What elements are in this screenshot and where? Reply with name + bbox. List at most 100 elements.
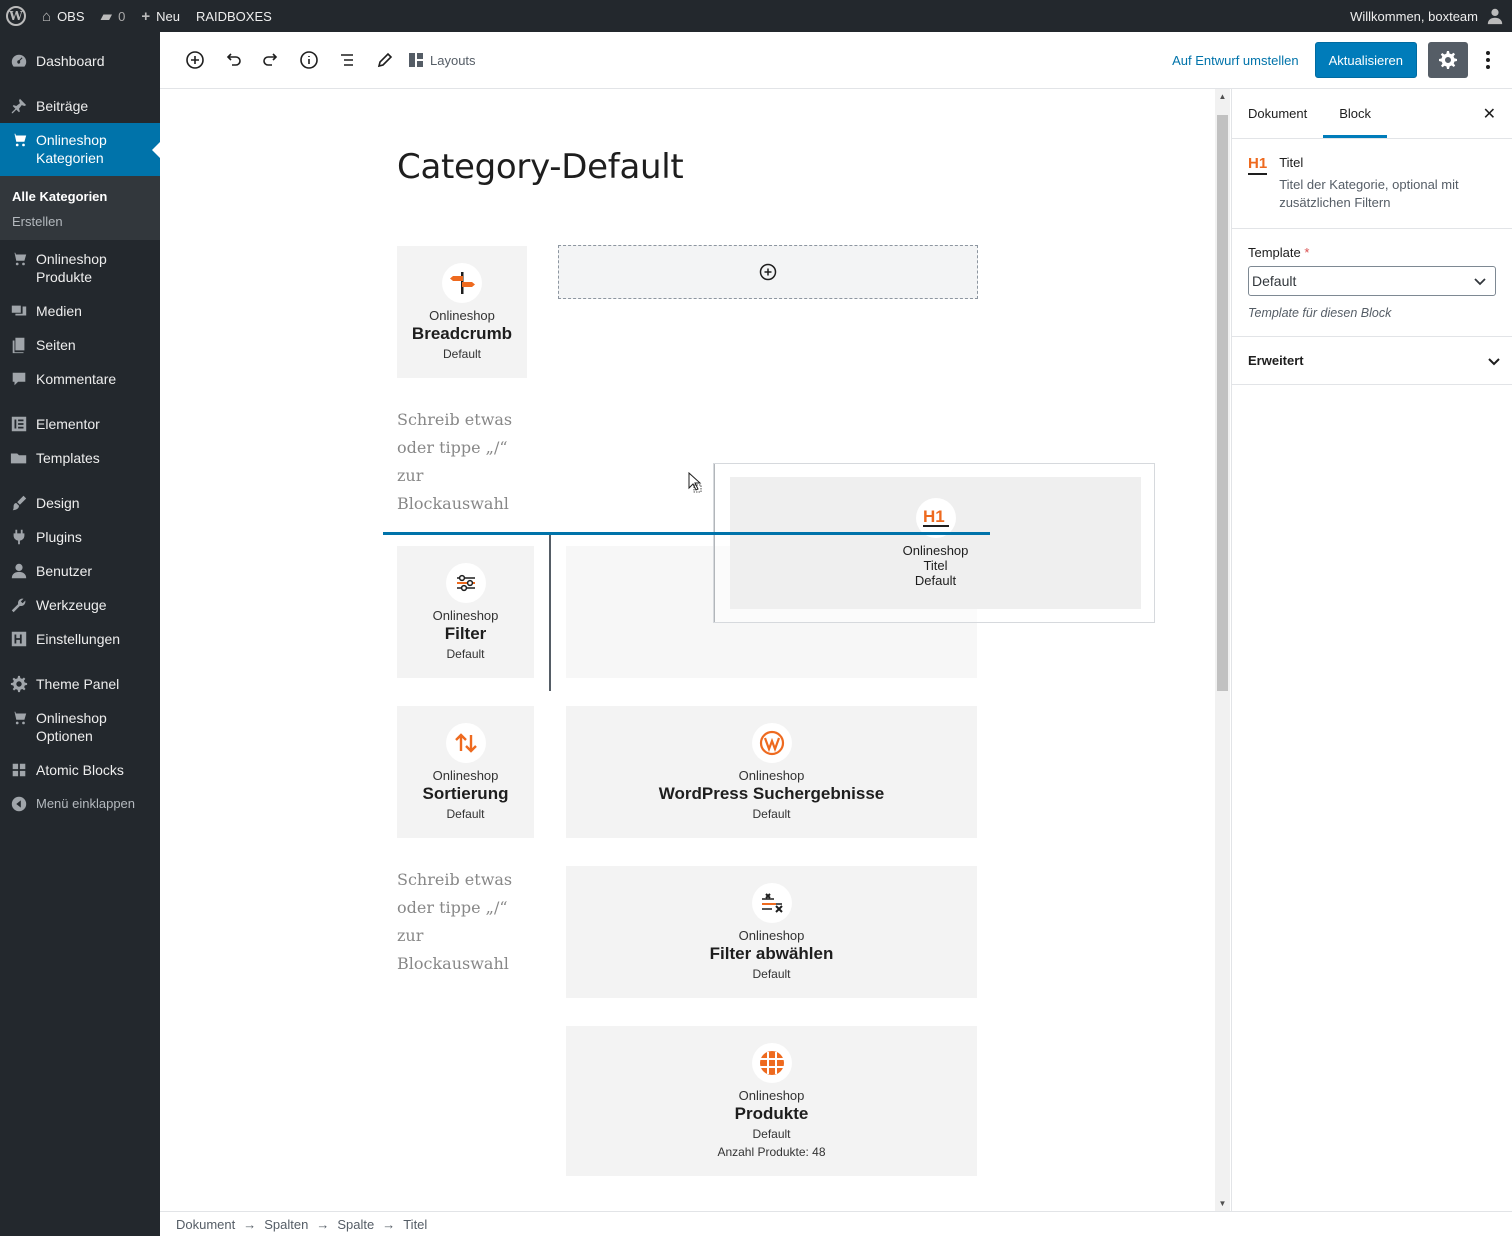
arrow-right-icon: →: [382, 1216, 396, 1232]
arrow-right-icon: →: [316, 1216, 330, 1232]
settings-toggle-button[interactable]: [1428, 42, 1468, 78]
home-icon: ⌂: [42, 7, 52, 25]
gear-icon: [1439, 51, 1457, 69]
sidebar-item-onlineshop-produkte[interactable]: Onlineshop Produkte: [0, 250, 160, 286]
block-filter-abwaehlen[interactable]: Onlineshop Filter abwählen Default: [566, 866, 977, 998]
breadcrumb-spalte[interactable]: Spalte: [337, 1217, 374, 1232]
block-filter[interactable]: Onlineshop Filter Default: [397, 546, 534, 678]
submenu-item-alle-kategorien[interactable]: Alle Kategorien: [0, 184, 160, 209]
layouts-button[interactable]: Layouts: [409, 53, 476, 68]
switch-to-draft-button[interactable]: Auf Entwurf umstellen: [1172, 53, 1298, 68]
advanced-panel-toggle[interactable]: Erweitert: [1232, 337, 1512, 385]
block-titel[interactable]: H1 Onlineshop Titel Default: [730, 477, 1141, 609]
sidebar-item-templates[interactable]: Templates: [0, 449, 160, 467]
sidebar-item-onlineshop-optionen[interactable]: Onlineshop Optionen: [0, 709, 160, 745]
sidebar-submenu: Alle Kategorien Erstellen: [0, 176, 160, 240]
more-options-button[interactable]: [1476, 51, 1500, 69]
product-grid-icon: [751, 1042, 792, 1083]
block-card: H1 Titel Titel der Kategorie, optional m…: [1232, 139, 1512, 229]
sidebar-item-dashboard[interactable]: Dashboard: [0, 52, 160, 70]
signpost-icon: [442, 262, 482, 303]
elementor-icon: [9, 415, 29, 433]
block-card-description: Titel der Kategorie, optional mit zusätz…: [1279, 177, 1459, 210]
update-button[interactable]: Aktualisieren: [1314, 42, 1417, 78]
redo-icon: [263, 53, 278, 66]
info-button[interactable]: [291, 42, 327, 78]
list-outline-icon: [341, 54, 353, 66]
breadcrumb-spalten[interactable]: Spalten: [264, 1217, 308, 1232]
wordpress-logo[interactable]: W: [0, 0, 34, 32]
submenu-item-erstellen[interactable]: Erstellen: [0, 209, 160, 234]
site-name-link[interactable]: ⌂ OBS: [34, 0, 93, 32]
breadcrumb-dokument[interactable]: Dokument: [176, 1217, 235, 1232]
drag-cursor-icon: [688, 472, 702, 493]
edit-mode-button[interactable]: [367, 42, 403, 78]
add-block-button[interactable]: [177, 42, 213, 78]
scroll-down-arrow-icon[interactable]: ▼: [1215, 1199, 1230, 1208]
post-title[interactable]: Category-Default: [397, 147, 684, 187]
sidebar-item-elementor[interactable]: Elementor: [0, 415, 160, 433]
sidebar-item-onlineshop-kategorien[interactable]: Onlineshop Kategorien: [0, 123, 160, 176]
raidboxes-label: RAIDBOXES: [195, 8, 272, 24]
block-wordpress-suchergebnisse[interactable]: Onlineshop WordPress Suchergebnisse Defa…: [566, 706, 977, 838]
block-sortierung[interactable]: Onlineshop Sortierung Default: [397, 706, 534, 838]
info-icon: [300, 51, 318, 69]
editor-scrollbar[interactable]: ▲ ▼: [1215, 89, 1230, 1211]
sidebar-item-beitraege[interactable]: Beiträge: [0, 97, 160, 115]
settings-sidebar: Dokument Block ✕ H1 Titel Titel der Kate…: [1231, 89, 1512, 1211]
block-appender[interactable]: [558, 245, 978, 299]
user-icon: [9, 562, 29, 580]
account-link[interactable]: Willkommen, boxteam: [1342, 0, 1512, 32]
comments-link[interactable]: ▰ 0: [93, 0, 134, 32]
plus-circle-icon: [759, 263, 777, 281]
gear-icon: [9, 675, 29, 693]
toolbar-actions: Auf Entwurf umstellen Aktualisieren: [1172, 42, 1512, 78]
sidebar-item-seiten[interactable]: Seiten: [0, 336, 160, 354]
sidebar-item-atomic-blocks[interactable]: Atomic Blocks: [0, 761, 160, 779]
sidebar-item-menu-collapse[interactable]: Menü einklappen: [0, 795, 160, 813]
close-icon[interactable]: ✕: [1483, 104, 1496, 124]
undo-button[interactable]: [215, 42, 251, 78]
tab-dokument[interactable]: Dokument: [1232, 89, 1323, 138]
template-panel: Template * Default Template für diesen B…: [1232, 229, 1512, 337]
paragraph-placeholder[interactable]: Schreib etwas oder tippe „/“ zur Blockau…: [397, 406, 517, 518]
sidebar-item-werkzeuge[interactable]: Werkzeuge: [0, 596, 160, 614]
plus-icon: +: [141, 7, 151, 25]
sidebar-item-theme-panel[interactable]: Theme Panel: [0, 675, 160, 693]
sidebar-item-kommentare[interactable]: Kommentare: [0, 370, 160, 388]
sidebar-item-design[interactable]: Design: [0, 494, 160, 512]
sidebar-item-plugins[interactable]: Plugins: [0, 528, 160, 546]
block-produkte[interactable]: Onlineshop Produkte Default Anzahl Produ…: [566, 1026, 977, 1176]
sidebar-item-einstellungen[interactable]: Einstellungen: [0, 630, 160, 648]
sidebar-item-benutzer[interactable]: Benutzer: [0, 562, 160, 580]
template-label: Template *: [1248, 245, 1310, 260]
scroll-up-arrow-icon[interactable]: ▲: [1215, 92, 1230, 101]
block-breadcrumbs: Dokument → Spalten → Spalte → Titel: [160, 1211, 1512, 1236]
sort-arrows-icon: [445, 722, 486, 763]
arrow-right-icon: →: [243, 1216, 257, 1232]
block-breadcrumb[interactable]: Onlineshop Breadcrumb Default: [397, 246, 527, 378]
scrollbar-thumb[interactable]: [1217, 115, 1228, 691]
heading-h1-icon: H1: [1248, 155, 1268, 175]
filter-remove-icon: [751, 882, 792, 923]
folder-icon: [9, 449, 29, 467]
more-dots-icon: [1486, 51, 1490, 55]
template-select-value: Default: [1252, 273, 1297, 289]
template-select[interactable]: Default: [1248, 266, 1496, 296]
breadcrumb-titel[interactable]: Titel: [403, 1217, 427, 1232]
drag-preview-titel[interactable]: H1 Onlineshop Titel Default: [713, 463, 1155, 623]
site-name: OBS: [57, 8, 85, 24]
redo-button[interactable]: [253, 42, 289, 78]
drop-indicator: [383, 532, 990, 535]
outline-button[interactable]: [329, 42, 365, 78]
new-link[interactable]: + Neu: [133, 0, 188, 32]
cart-icon: [9, 250, 29, 268]
column-divider: [549, 533, 551, 691]
pin-icon: [9, 97, 29, 115]
sidebar-item-medien[interactable]: Medien: [0, 302, 160, 320]
tab-block[interactable]: Block: [1323, 89, 1388, 138]
chevron-down-icon: [1474, 278, 1486, 286]
filter-sliders-icon: [445, 562, 486, 603]
raidboxes-link[interactable]: RAIDBOXES: [188, 0, 280, 32]
paragraph-placeholder-2[interactable]: Schreib etwas oder tippe „/“ zur Blockau…: [397, 866, 537, 978]
